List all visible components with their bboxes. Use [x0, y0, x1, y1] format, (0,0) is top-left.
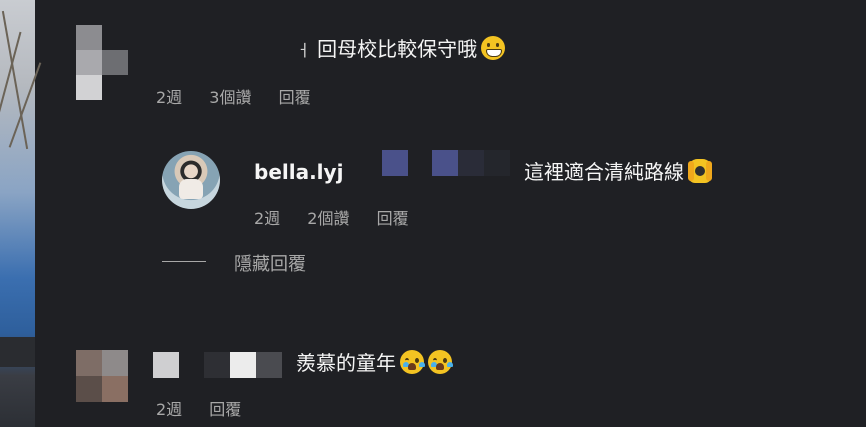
comment-meta-2: 2週 回覆: [156, 396, 263, 420]
reply-username[interactable]: bella.lyj: [254, 160, 343, 184]
reply-reply-button[interactable]: 回覆: [377, 209, 409, 228]
reply-avatar[interactable]: [162, 151, 220, 209]
blurred-mention: [382, 150, 408, 176]
reply-time: 2週: [254, 209, 281, 228]
hide-replies-divider: [162, 261, 206, 262]
reply-text: 這裡適合清純路線: [524, 159, 712, 184]
comment-time: 2週: [156, 88, 183, 107]
reply-button[interactable]: 回覆: [209, 400, 241, 419]
background-photo-edge: [0, 0, 42, 427]
comment-time: 2週: [156, 400, 183, 419]
likes-count[interactable]: 3個讚: [209, 88, 251, 107]
comment-meta: 2週 3個讚 回覆: [156, 84, 333, 108]
commenter-avatar-2[interactable]: [76, 350, 128, 402]
reply-meta: 2週 2個讚 回覆: [254, 205, 431, 229]
crying-face-icon: [400, 350, 424, 374]
comment-text-2: 羨慕的童年: [296, 350, 452, 375]
comment-prefix-glyph: ㅓ: [296, 41, 311, 60]
grinning-face-icon: [481, 36, 506, 60]
hide-replies-button[interactable]: 隱藏回覆: [234, 250, 306, 276]
reply-button[interactable]: 回覆: [279, 88, 311, 107]
raising-hands-icon: [688, 159, 712, 183]
crying-face-icon: [428, 350, 452, 374]
comment-text: ㅓ 回母校比較保守哦: [296, 36, 506, 63]
blurred-username: [153, 352, 179, 378]
reply-likes-count[interactable]: 2個讚: [307, 209, 349, 228]
commenter-avatar[interactable]: [76, 25, 128, 100]
